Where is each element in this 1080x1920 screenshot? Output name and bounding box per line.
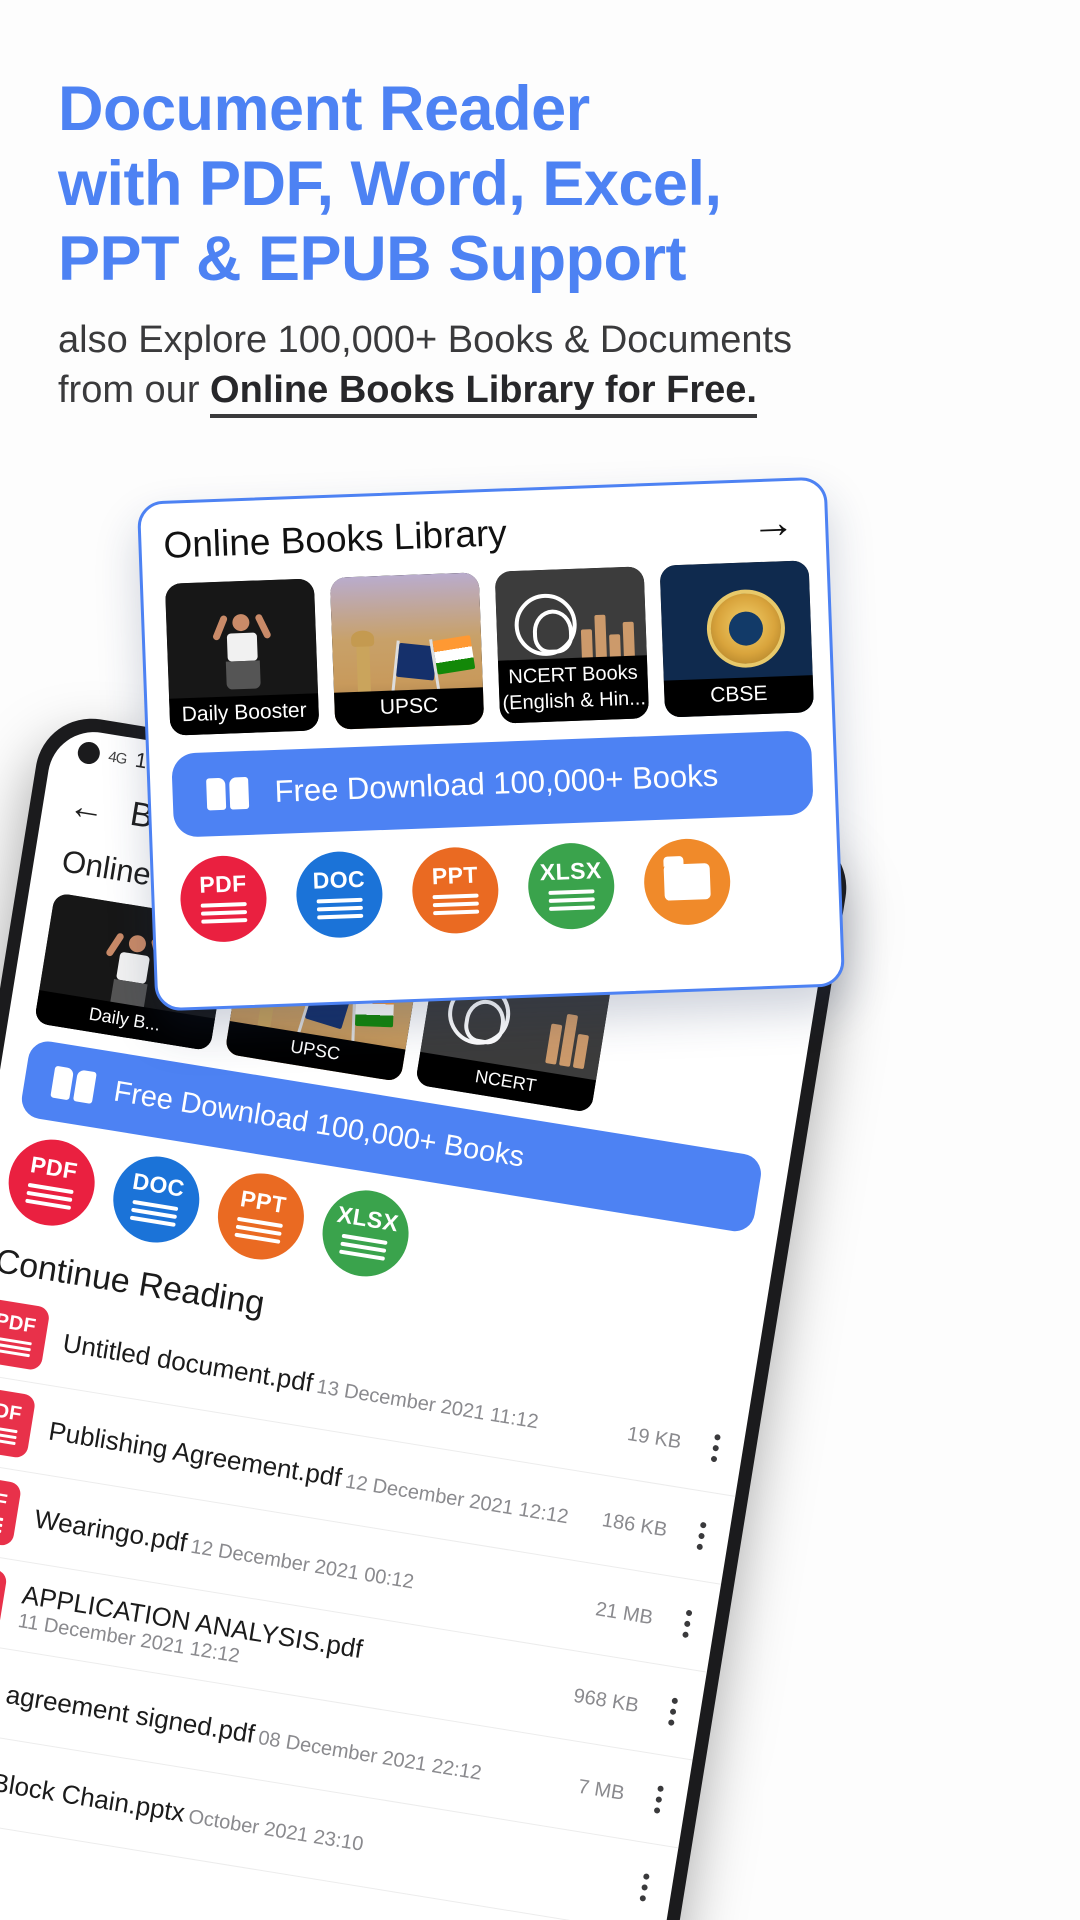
thumbnail-cbse[interactable]: CBSE bbox=[659, 560, 815, 718]
free-download-label: Free Download 100,000+ Books bbox=[273, 757, 719, 809]
format-label: DOC bbox=[312, 865, 366, 894]
headline-line-3: PPT & EPUB Support bbox=[58, 224, 687, 294]
page-title: Document Reader with PDF, Word, Excel, P… bbox=[58, 72, 1018, 297]
phone-format-label: PPT bbox=[238, 1185, 289, 1219]
phone-format-label: XLSX bbox=[335, 1200, 401, 1237]
camera-punchhole-icon bbox=[76, 740, 102, 766]
subtitle-line-2: from our Online Books Library for Free. bbox=[58, 368, 1038, 418]
thumbnail-daily-booster[interactable]: Daily Booster bbox=[164, 578, 320, 736]
phone-format-label: DOC bbox=[130, 1167, 187, 1202]
more-options-icon[interactable] bbox=[681, 1605, 693, 1643]
file-type-label: PDF bbox=[0, 1309, 38, 1338]
file-size: 21 MB bbox=[593, 1597, 655, 1629]
more-options-icon[interactable] bbox=[639, 1868, 651, 1906]
file-date: October 2021 23:10 bbox=[186, 1805, 365, 1856]
back-icon[interactable]: ← bbox=[66, 783, 108, 829]
phone-format-chip-xlsx[interactable]: XLSX bbox=[316, 1184, 415, 1283]
headline-line-1: Document Reader bbox=[58, 74, 590, 144]
file-date: 12 December 2021 00:12 bbox=[189, 1535, 416, 1593]
signal-icon: 4G bbox=[107, 747, 128, 768]
book-icon bbox=[50, 1065, 97, 1104]
format-chip-doc[interactable]: DOC bbox=[294, 850, 384, 940]
file-name: agreement signed.pdf bbox=[4, 1678, 258, 1749]
format-label: PPT bbox=[431, 861, 479, 890]
thumbnail-ncert[interactable]: NCERT Books (English & Hin... bbox=[494, 566, 650, 724]
file-name: Untitled document.pdf bbox=[60, 1327, 316, 1398]
lines-icon bbox=[0, 1511, 4, 1536]
file-name: Publishing Agreement.pdf bbox=[46, 1415, 344, 1493]
file-type-label: PDF bbox=[0, 1484, 10, 1513]
phone-format-label: PDF bbox=[28, 1151, 80, 1185]
page-subtitle: also Explore 100,000+ Books & Documents … bbox=[58, 318, 1038, 418]
format-chip-xlsx[interactable]: XLSX bbox=[526, 841, 616, 931]
file-type-badge: PDF bbox=[0, 1561, 8, 1635]
arrow-right-icon[interactable]: → bbox=[750, 498, 804, 549]
thumbnail-label: NCERT Books (English & Hin... bbox=[497, 655, 650, 724]
more-options-icon[interactable] bbox=[696, 1517, 708, 1555]
file-name: Wearingo.pdf bbox=[32, 1502, 190, 1558]
subtitle-line-1: also Explore 100,000+ Books & Documents bbox=[58, 319, 793, 361]
lines-icon bbox=[129, 1199, 179, 1231]
lines-icon bbox=[0, 1423, 18, 1448]
more-options-icon[interactable] bbox=[653, 1780, 665, 1818]
lines-icon bbox=[200, 902, 248, 928]
lines-icon bbox=[432, 893, 480, 920]
promo-screenshot: Document Reader with PDF, Word, Excel, P… bbox=[0, 0, 1080, 1920]
file-type-badge: PDF bbox=[0, 1473, 23, 1547]
headline-line-2: with PDF, Word, Excel, bbox=[58, 149, 722, 219]
file-name: Block Chain.pptx bbox=[0, 1766, 188, 1828]
file-size: 7 MB bbox=[576, 1775, 627, 1805]
free-download-button[interactable]: Free Download 100,000+ Books bbox=[171, 730, 814, 838]
file-date: 08 December 2021 22:12 bbox=[256, 1726, 484, 1785]
format-chip-pdf[interactable]: PDF bbox=[178, 854, 269, 944]
library-link[interactable]: Online Books Library for Free. bbox=[210, 369, 757, 418]
card-thumbnail-row: Daily Booster UPSC NCERT Books (English &… bbox=[164, 560, 815, 736]
lines-icon bbox=[316, 897, 364, 924]
thumbnail-upsc[interactable]: UPSC bbox=[329, 572, 485, 730]
phone-format-chip-doc[interactable]: DOC bbox=[106, 1150, 206, 1249]
format-chip-row: PDF DOC PPT XLSX bbox=[175, 834, 818, 944]
book-icon bbox=[206, 776, 250, 811]
format-chip-ppt[interactable]: PPT bbox=[410, 845, 500, 935]
ncert-label-line1: NCERT Books bbox=[508, 661, 639, 689]
lines-icon bbox=[338, 1233, 388, 1265]
lines-icon bbox=[548, 889, 596, 915]
lines-icon bbox=[0, 1335, 32, 1360]
file-type-label: PDF bbox=[0, 1396, 24, 1426]
file-size: 186 KB bbox=[600, 1508, 669, 1541]
phone-format-chip-pdf[interactable]: PDF bbox=[2, 1133, 101, 1232]
subtitle-prefix: from our bbox=[58, 369, 211, 411]
file-size: 19 KB bbox=[625, 1422, 684, 1453]
file-date: 12 December 2021 12:12 bbox=[343, 1470, 571, 1528]
format-chip-folder[interactable] bbox=[642, 837, 732, 927]
format-label: PDF bbox=[198, 870, 248, 898]
thumbnail-label: UPSC bbox=[334, 687, 485, 730]
lines-icon bbox=[24, 1182, 74, 1214]
format-label: XLSX bbox=[539, 857, 602, 886]
ncert-label-line2: (English & Hin... bbox=[502, 687, 647, 715]
more-options-icon[interactable] bbox=[667, 1693, 679, 1731]
more-options-icon[interactable] bbox=[710, 1429, 722, 1467]
card-header: Online Books Library → bbox=[162, 498, 804, 567]
thumbnail-label: Daily Booster bbox=[169, 693, 320, 736]
card-title: Online Books Library bbox=[162, 512, 508, 566]
file-size: 968 KB bbox=[572, 1684, 641, 1717]
phone-format-chip-ppt[interactable]: PPT bbox=[211, 1167, 311, 1266]
thumbnail-label: CBSE bbox=[663, 675, 815, 718]
file-date: 13 December 2021 11:12 bbox=[315, 1375, 541, 1433]
folder-icon bbox=[663, 863, 711, 901]
online-books-library-card: Online Books Library → Daily Booster UPS… bbox=[136, 476, 846, 1012]
lines-icon bbox=[234, 1216, 283, 1248]
file-type-badge: PDF bbox=[0, 1297, 51, 1372]
file-type-badge: PDF bbox=[0, 1385, 37, 1460]
